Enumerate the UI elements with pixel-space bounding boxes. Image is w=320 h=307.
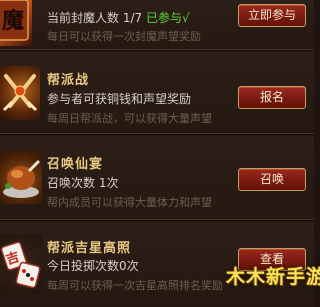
signup-button[interactable]: 报名: [238, 86, 306, 109]
guild-war-desc: 每周日帮派战，可以获得大量声望: [47, 112, 212, 125]
summon-feast-title: 召唤仙宴: [47, 157, 104, 172]
lucky-star-desc: 每周可以获得一次吉星高照排名奖励: [47, 279, 223, 292]
summon-button[interactable]: 召唤: [238, 168, 306, 191]
roast-feast-icon: [0, 150, 42, 204]
join-now-button[interactable]: 立即参与: [238, 4, 306, 27]
guild-activity-panel: 魔 当前封魔人数 1/7 已参与√ 每日可以获得一次封魔声望奖励 立即参与 帮派…: [0, 0, 320, 307]
svg-text:魔: 魔: [2, 8, 24, 34]
crossed-swords-icon: [0, 66, 40, 120]
joined-status: 已参与√: [145, 11, 190, 25]
guild-war-title: 帮派战: [47, 73, 90, 88]
mahjong-dice-icon: 吉: [0, 234, 42, 294]
activity-row-summon-feast: 召唤仙宴 召唤次数 1次 帮内成员可以获得大量体力和声望 召唤: [0, 136, 314, 221]
watermark-logo: 木木新手游: [226, 266, 320, 288]
summon-count: 召唤次数 1次: [47, 176, 119, 190]
demon-seal-icon: 魔: [0, 0, 32, 46]
activity-row-guild-war: 帮派战 参与者可获铜钱和声望奖励 每周日帮派战，可以获得大量声望 报名: [0, 52, 314, 135]
lucky-star-title: 帮派吉星高照: [47, 241, 132, 256]
guild-war-info: 参与者可获铜钱和声望奖励: [47, 92, 192, 106]
summon-feast-desc: 帮内成员可以获得大量体力和声望: [47, 196, 212, 209]
seal-demon-count: 当前封魔人数 1/7 已参与√: [47, 11, 190, 25]
activity-row-seal-demon: 魔 当前封魔人数 1/7 已参与√ 每日可以获得一次封魔声望奖励 立即参与: [0, 0, 314, 51]
seal-demon-desc: 每日可以获得一次封魔声望奖励: [47, 30, 201, 43]
dice-count: 今日投掷次数0次: [47, 259, 139, 273]
